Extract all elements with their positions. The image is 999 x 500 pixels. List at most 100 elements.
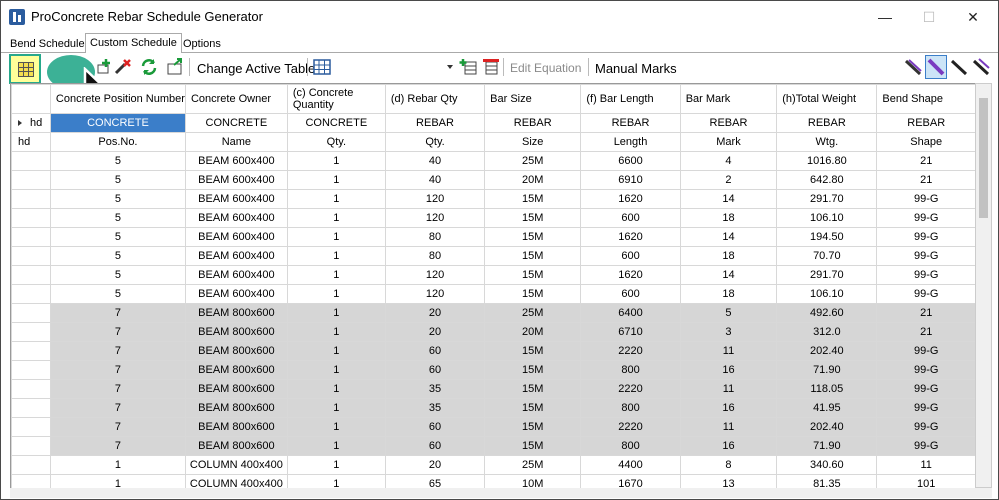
column-header[interactable]: (h)Total Weight — [776, 84, 878, 114]
table-cell[interactable]: 99-G — [876, 208, 976, 228]
table-cell[interactable]: 7 — [49, 303, 186, 323]
table-cell[interactable]: 1 — [286, 303, 386, 323]
table-cell[interactable]: 21 — [876, 170, 976, 190]
header-cell[interactable]: CONCRETE — [184, 113, 288, 133]
row-header[interactable] — [11, 303, 51, 323]
table-cell[interactable]: 99-G — [876, 398, 976, 418]
close-button[interactable]: ✕ — [953, 7, 993, 27]
table-cell[interactable]: 14 — [679, 227, 778, 247]
table-cell[interactable]: 5 — [679, 303, 778, 323]
header-cell[interactable]: Qty. — [384, 132, 486, 152]
table-cell[interactable]: 1 — [286, 379, 386, 399]
table-cell[interactable]: 11 — [679, 379, 778, 399]
table-cell[interactable]: 492.60 — [776, 303, 878, 323]
table-cell[interactable]: 60 — [384, 436, 486, 456]
table-cell[interactable]: 99-G — [876, 360, 976, 380]
row-header[interactable] — [11, 265, 51, 285]
header-cell[interactable]: Size — [484, 132, 582, 152]
table-cell[interactable]: 25M — [484, 151, 582, 171]
table-cell[interactable]: 7 — [49, 341, 186, 361]
header-cell[interactable]: Wtg. — [776, 132, 878, 152]
table-cell[interactable]: 99-G — [876, 379, 976, 399]
table-cell[interactable]: 18 — [679, 284, 778, 304]
table-row[interactable]: 7 BEAM 800x600 1 35 15M 2220 11 118.05 99-G — [11, 379, 976, 399]
edit-equation-button[interactable]: Edit Equation — [510, 61, 581, 75]
header-cell[interactable]: Shape — [876, 132, 976, 152]
table-cell[interactable]: 20 — [384, 455, 486, 475]
table-cell[interactable]: BEAM 600x400 — [184, 170, 288, 190]
table-cell[interactable]: 120 — [384, 265, 486, 285]
tab-custom-schedule[interactable]: Custom Schedule — [85, 33, 182, 54]
vertical-scrollbar[interactable] — [975, 83, 992, 488]
table-row[interactable]: 7 BEAM 800x600 1 60 15M 2220 11 202.40 99-G — [11, 417, 976, 437]
table-cell[interactable]: 600 — [580, 284, 681, 304]
table-cell[interactable]: 15M — [484, 208, 582, 228]
table-cell[interactable]: 15M — [484, 227, 582, 247]
row-header[interactable] — [11, 417, 51, 437]
insert-column-icon[interactable] — [459, 57, 479, 77]
table-cell[interactable]: 40 — [384, 151, 486, 171]
table-cell[interactable]: 15M — [484, 246, 582, 266]
rebar-single-icon[interactable] — [949, 57, 969, 77]
table-cell[interactable]: 20 — [384, 303, 486, 323]
row-header[interactable] — [11, 246, 51, 266]
table-cell[interactable]: 8 — [679, 455, 778, 475]
table-cell[interactable]: 99-G — [876, 227, 976, 247]
table-row[interactable]: 5 BEAM 600x400 1 120 15M 600 18 106.10 99-G — [11, 208, 976, 228]
table-cell[interactable]: 20 — [384, 322, 486, 342]
table-cell[interactable]: 1 — [286, 322, 386, 342]
row-header[interactable] — [11, 360, 51, 380]
table-cell[interactable]: 7 — [49, 322, 186, 342]
table-cell[interactable]: 71.90 — [776, 360, 878, 380]
table-cell[interactable]: 1 — [286, 284, 386, 304]
table-cell[interactable]: 99-G — [876, 246, 976, 266]
table-cell[interactable]: 41.95 — [776, 398, 878, 418]
row-header[interactable] — [11, 170, 51, 190]
table-cell[interactable]: 120 — [384, 284, 486, 304]
table-cell[interactable]: 642.80 — [776, 170, 878, 190]
table-row[interactable]: 5 BEAM 600x400 1 120 15M 1620 14 291.70 99-G — [11, 265, 976, 285]
table-cell[interactable]: 2 — [679, 170, 778, 190]
table-cell[interactable]: 5 — [49, 265, 186, 285]
table-cell[interactable]: 21 — [876, 322, 976, 342]
table-cell[interactable]: 7 — [49, 379, 186, 399]
table-cell[interactable]: 106.10 — [776, 284, 878, 304]
table-cell[interactable]: 2220 — [580, 341, 681, 361]
table-cell[interactable]: 21 — [876, 303, 976, 323]
header-cell[interactable]: CONCRETE — [49, 113, 186, 133]
column-header[interactable]: Bar Mark — [679, 84, 778, 114]
table-cell[interactable]: 106.10 — [776, 208, 878, 228]
table-cell[interactable]: 1 — [49, 455, 186, 475]
table-cell[interactable]: 15M — [484, 265, 582, 285]
table-cell[interactable]: 21 — [876, 151, 976, 171]
table-cell[interactable]: 1620 — [580, 265, 681, 285]
row-header[interactable] — [11, 379, 51, 399]
table-cell[interactable]: 5 — [49, 284, 186, 304]
table-cell[interactable]: BEAM 600x400 — [184, 151, 288, 171]
table-cell[interactable]: 60 — [384, 341, 486, 361]
table-cell[interactable]: BEAM 800x600 — [184, 360, 288, 380]
table-cell[interactable]: 25M — [484, 455, 582, 475]
table-cell[interactable]: 1 — [286, 417, 386, 437]
table-cell[interactable]: 1 — [286, 246, 386, 266]
table-cell[interactable]: 18 — [679, 246, 778, 266]
table-cell[interactable]: 16 — [679, 436, 778, 456]
table-cell[interactable]: BEAM 800x600 — [184, 303, 288, 323]
header-cell[interactable]: CONCRETE — [286, 113, 386, 133]
table-cell[interactable]: 1620 — [580, 189, 681, 209]
table-row[interactable]: 5 BEAM 600x400 1 80 15M 1620 14 194.50 99-G — [11, 227, 976, 247]
table-cell[interactable]: BEAM 800x600 — [184, 341, 288, 361]
table-cell[interactable]: 291.70 — [776, 265, 878, 285]
row-header[interactable] — [11, 189, 51, 209]
table-row[interactable]: 5 BEAM 600x400 1 40 25M 6600 4 1016.80 21 — [11, 151, 976, 171]
refresh-icon[interactable] — [139, 57, 159, 77]
table-cell[interactable]: 800 — [580, 398, 681, 418]
table-cell[interactable]: BEAM 800x600 — [184, 436, 288, 456]
column-header[interactable]: (f) Bar Length — [580, 84, 681, 114]
table-cell[interactable]: BEAM 800x600 — [184, 322, 288, 342]
table-cell[interactable]: 1 — [286, 227, 386, 247]
row-header[interactable] — [11, 341, 51, 361]
table-cell[interactable]: 4400 — [580, 455, 681, 475]
row-header[interactable]: hd — [11, 113, 51, 133]
table-cell[interactable]: 800 — [580, 360, 681, 380]
